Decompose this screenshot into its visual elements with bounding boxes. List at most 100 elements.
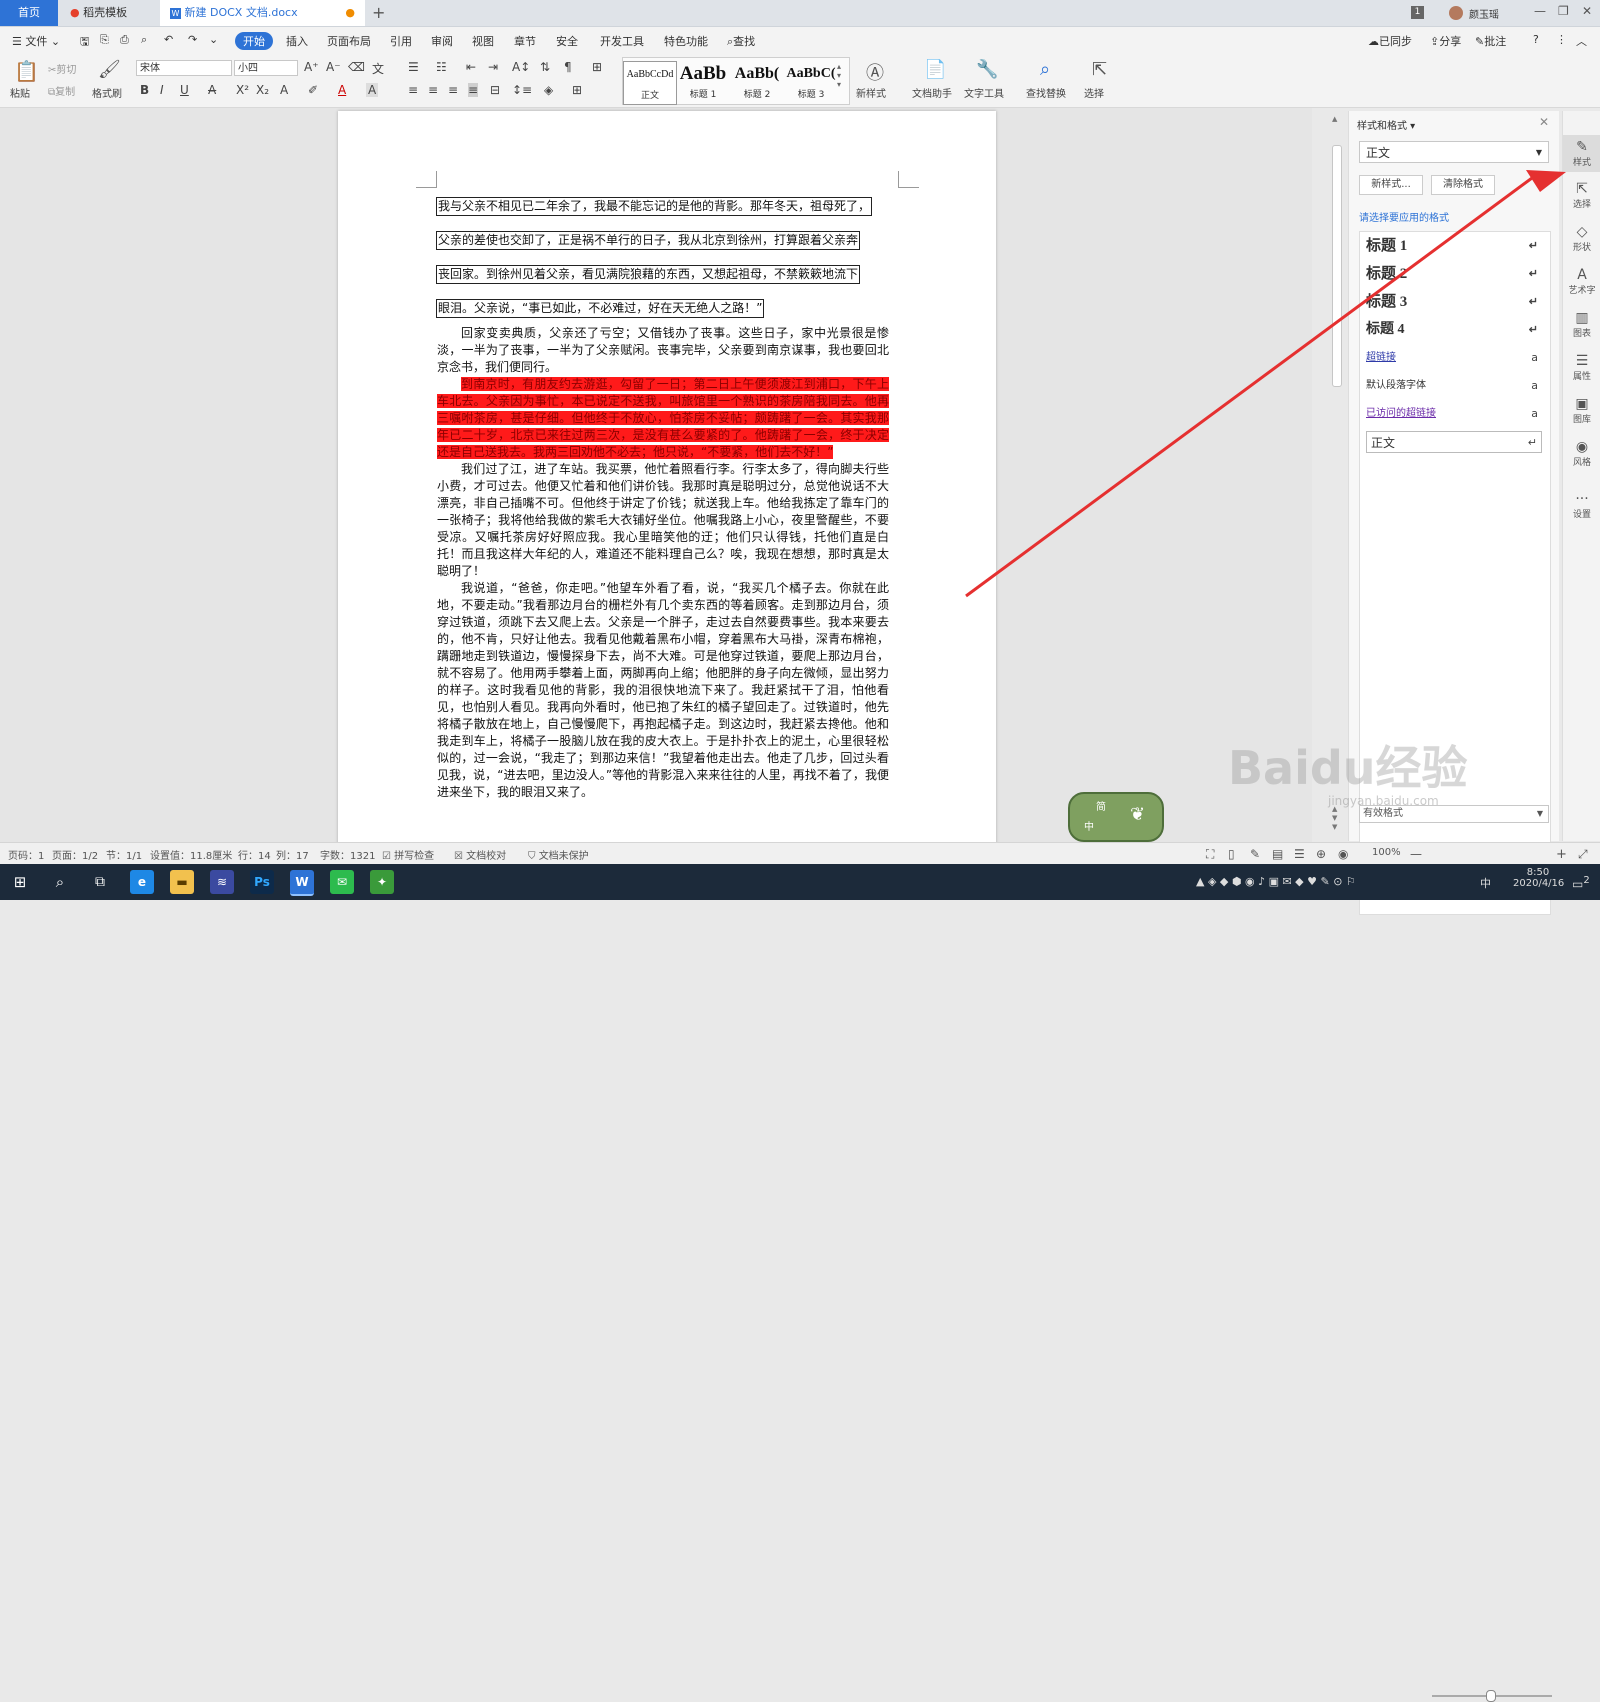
save-icon[interactable]: 🖫 [80, 33, 89, 52]
file-menu[interactable]: ☰ 文件 ⌄ [12, 33, 60, 49]
superscript-icon[interactable]: X² [236, 83, 249, 97]
side-theme-button[interactable]: ◉ 风格 [1563, 439, 1600, 468]
windows-start-icon[interactable]: ⊞ [8, 870, 32, 894]
font-color-icon[interactable]: A [338, 83, 346, 97]
current-style-select[interactable]: 正文 ▼ [1359, 141, 1549, 163]
phonetic-icon[interactable]: 文 [372, 60, 384, 77]
paste-button[interactable]: 粘贴 [10, 85, 30, 100]
underline-icon[interactable]: U [180, 83, 189, 97]
status-row[interactable]: 行：14 [238, 847, 271, 862]
side-style-button[interactable]: ✎ 样式 [1563, 135, 1600, 172]
search-menu[interactable]: ⌕查找 [727, 33, 755, 49]
wps-writer-icon[interactable]: W [290, 870, 314, 896]
side-chart-button[interactable]: ▥ 图表 [1563, 310, 1600, 339]
photoshop-icon[interactable]: Ps [250, 870, 274, 894]
style-heading3[interactable]: AaBbC(标题 3 [785, 61, 837, 103]
print-preview-icon[interactable]: ⌕ [141, 33, 147, 47]
bullet-list-icon[interactable]: ☰ [408, 60, 419, 74]
text-effect-icon[interactable]: A [280, 83, 288, 97]
show-marks-icon[interactable]: ¶ [564, 60, 572, 74]
shrink-font-icon[interactable]: A⁻ [326, 60, 341, 74]
strikethrough-icon[interactable]: A [208, 83, 216, 97]
panel-close-icon[interactable]: ✕ [1539, 115, 1549, 129]
paragraph-4[interactable]: 我说道，“爸爸，你走吧。”他望车外看了看，说，“我买几个橘子去。你就在此地，不要… [437, 580, 889, 801]
tab-templates[interactable]: ● 稻壳模板 [60, 0, 160, 26]
spell-check-button[interactable]: ☑ 拼写检查 [382, 847, 434, 862]
paragraph-3[interactable]: 我们过了江，进了车站。我买票，他忙着照看行李。行李太多了，得向脚夫行些小费，才可… [437, 461, 889, 580]
style-heading2[interactable]: AaBb(标题 2 [731, 61, 783, 103]
style-item-heading1[interactable]: 标题 1 ↵ [1366, 235, 1542, 257]
shading-icon[interactable]: ◈ [544, 83, 553, 97]
paragraph-1[interactable]: 回家变卖典质，父亲还了亏空；又借钱办了丧事。这些日子，家中光景很是惨淡，一半为了… [437, 325, 889, 376]
style-item-visited-link[interactable]: 已访问的超链接 a [1366, 403, 1542, 425]
cursor-icon[interactable]: ⇱ [1092, 59, 1107, 80]
print-icon[interactable]: ⎙ [120, 33, 129, 47]
paragraph-2-highlighted[interactable]: 到南京时，有朋友约去游逛，勾留了一日；第二日上午便须渡江到浦口，下午上车北去。父… [437, 376, 889, 461]
clock[interactable]: 8:50 2020/4/16 [1513, 867, 1564, 889]
notification-icon[interactable]: ▭2 [1572, 875, 1590, 891]
font-name-select[interactable]: 宋体 [136, 60, 232, 76]
fullscreen-icon[interactable]: ⛶ [1206, 847, 1214, 862]
boxed-line-3[interactable]: 丧回家。到徐州见着父亲，看见满院狼藉的东西，又想起祖母，不禁簌簌地流下 [436, 265, 861, 284]
paint-icon[interactable]: ⎘ [100, 33, 109, 47]
subscript-icon[interactable]: X₂ [256, 83, 269, 97]
new-style-panel-button[interactable]: 新样式... [1359, 175, 1423, 195]
format-painter-button[interactable]: 格式刷 [92, 85, 122, 100]
user-name[interactable]: 颜玉瑶 [1469, 6, 1499, 21]
menu-references[interactable]: 引用 [390, 33, 412, 49]
numbered-list-icon[interactable]: ☷ [436, 60, 447, 74]
file-explorer-icon[interactable]: ▬ [170, 870, 194, 894]
status-pages[interactable]: 页面：1/2 [52, 847, 98, 862]
document-page[interactable]: 我与父亲不相见已二年余了，我最不能忘记的是他的背影。那年冬天，祖母死了， 父亲的… [338, 111, 996, 842]
status-section[interactable]: 节：1/1 [106, 847, 142, 862]
find-replace-icon[interactable]: ⌕ [1040, 59, 1050, 80]
style-item-default-font[interactable]: 默认段落字体 a [1366, 375, 1542, 397]
menu-insert[interactable]: 插入 [286, 33, 308, 49]
style-heading1[interactable]: AaBb 标题 1 [677, 61, 729, 103]
wechat-icon[interactable]: ✉ [330, 870, 354, 894]
status-setting[interactable]: 设置值：11.8厘米 [150, 847, 232, 862]
paste-icon[interactable]: 📋 [14, 59, 39, 83]
status-wordcount[interactable]: 字数：1321 [320, 847, 375, 862]
protect-status[interactable]: ⛉ 文档未保护 [528, 847, 589, 862]
menu-start[interactable]: 开始 [235, 32, 273, 50]
distribute-icon[interactable]: ⊟ [490, 83, 500, 97]
clear-format-button[interactable]: 清除格式 [1431, 175, 1495, 195]
new-style-button[interactable]: 新样式 [856, 85, 886, 100]
side-shape-button[interactable]: ◇ 形状 [1563, 224, 1600, 253]
page-view-icon[interactable]: ▤ [1272, 847, 1283, 861]
align-right-icon[interactable]: ≡ [448, 83, 458, 97]
zoom-level[interactable]: 100% [1372, 847, 1401, 858]
bold-icon[interactable]: B [140, 83, 149, 97]
menu-chapter[interactable]: 章节 [514, 33, 536, 49]
task-view-icon[interactable]: ⧉ [88, 870, 112, 894]
document-area[interactable]: 我与父亲不相见已二年余了，我最不能忘记的是他的背影。那年冬天，祖母死了， 父亲的… [0, 108, 1312, 842]
boxed-line-2[interactable]: 父亲的差使也交卸了，正是祸不单行的日子，我从北京到徐州，打算跟着父亲奔 [436, 231, 861, 250]
new-tab-button[interactable]: + [372, 3, 385, 22]
tab-document[interactable]: W 新建 DOCX 文档.docx ● [160, 0, 365, 26]
menu-page-layout[interactable]: 页面布局 [327, 33, 371, 49]
text-direction-icon[interactable]: A↕ [512, 60, 530, 74]
style-normal[interactable]: AaBbCcDd 正文 [623, 61, 677, 105]
gallery-more-icon[interactable]: ▴ ▾ ▾ [837, 62, 841, 89]
char-shading-icon[interactable]: A [366, 83, 379, 97]
line-spacing-icon[interactable]: ↕≡ [512, 83, 532, 97]
copy-button[interactable]: ⧉复制 [48, 83, 75, 98]
outline-view-icon[interactable]: ☰ [1294, 847, 1305, 861]
edit-view-icon[interactable]: ✎ [1250, 847, 1260, 861]
quick-access-chevron-icon[interactable]: ⌄ [209, 33, 218, 46]
status-page[interactable]: 页码：1 [8, 847, 44, 862]
highlighted-text[interactable]: 到南京时，有朋友约去游逛，勾留了一日；第二日上午便须渡江到浦口，下午上车北去。父… [437, 377, 889, 459]
side-gallery-button[interactable]: ▣ 图库 [1563, 396, 1600, 425]
annotate-button[interactable]: ✎批注 [1475, 33, 1506, 49]
tab-home[interactable]: 首页 [0, 0, 58, 26]
border-icon[interactable]: ⊞ [572, 83, 582, 97]
redo-icon[interactable]: ↷ [188, 33, 197, 46]
menu-view[interactable]: 视图 [472, 33, 494, 49]
cut-button[interactable]: ✂剪切 [48, 61, 76, 76]
document-body[interactable]: 回家变卖典质，父亲还了亏空；又借钱办了丧事。这些日子，家中光景很是惨淡，一半为了… [437, 325, 889, 801]
side-wordart-button[interactable]: A 艺术字 [1563, 267, 1600, 296]
browser-app-icon[interactable]: e [130, 870, 154, 894]
menu-special[interactable]: 特色功能 [664, 33, 708, 49]
format-painter-icon[interactable]: 🖌 [98, 59, 121, 80]
